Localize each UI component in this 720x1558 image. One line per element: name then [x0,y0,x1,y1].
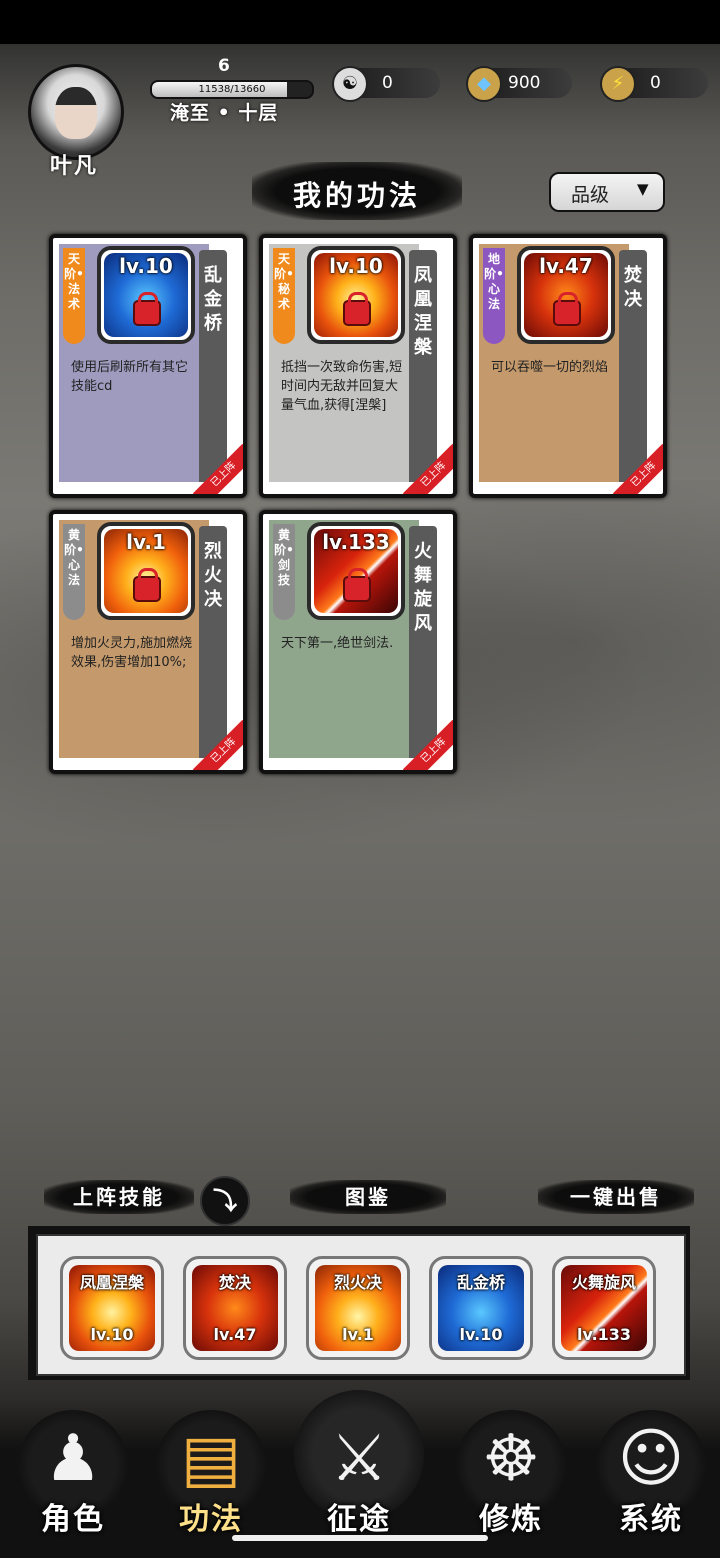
avatar-face [55,87,97,139]
lightning-icon: ⚡ [600,66,636,102]
skill-description: 增加火灵力,施加燃烧效果,伤害增加10%; [71,636,193,670]
resource-spirit-stone[interactable]: ◆ 900 [466,66,572,102]
skill-name: 烈火决 [204,541,222,610]
lock-icon [343,568,371,602]
slot-skill-level: lv.47 [213,1325,257,1344]
skill-name-strip: 焚决 [619,250,647,482]
skill-card[interactable]: 天阶•法术 lv.10 乱金桥 使用后刷新所有其它技能cd 已上阵 [49,234,247,498]
skill-card[interactable]: 黄阶•剑技 lv.133 火舞旋风 天下第一,绝世剑法. 已上阵 [259,510,457,774]
lock-icon [343,292,371,326]
skill-slot[interactable]: 凤凰涅槃 lv.10 [60,1256,164,1360]
swap-arrow-icon[interactable]: ⤵ [200,1176,250,1226]
slots-container: 凤凰涅槃 lv.10 焚决 lv.47 烈火决 lv.1 乱金桥 lv.10 火… [36,1234,686,1376]
slot-skill-name: 凤凰涅槃 [79,1273,144,1292]
skill-tier: 黄阶•心法 [63,524,85,620]
player-name: 叶凡 [50,154,99,179]
resource-value: 0 [650,73,661,93]
lock-icon [133,292,161,326]
yin-yang-icon: ☯ [332,66,368,102]
slot-skill-name: 乱金桥 [456,1273,505,1292]
skill-level: lv.10 [119,254,173,278]
skill-name-strip: 火舞旋风 [409,526,437,758]
home-indicator[interactable] [232,1535,488,1541]
skill-name: 乱金桥 [204,265,222,334]
skill-description: 可以吞噬一切的烈焰 [491,360,609,375]
skill-name-strip: 烈火决 [199,526,227,758]
deployed-skills-panel: 凤凰涅槃 lv.10 焚决 lv.47 烈火决 lv.1 乱金桥 lv.10 火… [28,1226,690,1380]
status-bar [0,0,720,44]
skill-icon: lv.47 [517,246,615,344]
nav-character[interactable]: ♟ 角色 [8,1400,138,1540]
sort-label: 品级 [571,184,610,206]
player-avatar[interactable] [28,64,124,160]
nav-label: 角色 [41,1502,105,1537]
sell-all-button[interactable]: 一键出售 [538,1180,694,1214]
nav-journey[interactable]: ⚔ 征途 [294,1390,424,1540]
slot-skill-name: 焚决 [218,1273,251,1292]
scroll-book-icon: ▤ [180,1422,242,1496]
skill-name: 火舞旋风 [414,541,432,634]
nav-label: 征途 [327,1502,391,1537]
skill-slot[interactable]: 火舞旋风 lv.133 [552,1256,656,1360]
resource-yin-yang[interactable]: ☯ 0 [332,66,440,102]
skill-tier: 黄阶•剑技 [273,524,295,620]
codex-button[interactable]: 图鉴 [290,1180,446,1214]
sword-emblem-icon: ⚔ [330,1422,388,1496]
skill-slot[interactable]: 乱金桥 lv.10 [429,1256,533,1360]
slot-skill-level: lv.133 [576,1325,632,1344]
page-title: 我的功法 [292,179,421,212]
skill-card[interactable]: 黄阶•心法 lv.1 烈火决 增加火灵力,施加燃烧效果,伤害增加10%; 已上阵 [49,510,247,774]
skill-description: 使用后刷新所有其它技能cd [71,360,189,394]
resource-value: 900 [508,73,541,93]
exp-text: 11538/13660 [198,84,266,95]
nav-cultivation[interactable]: ☸ 修炼 [446,1400,576,1540]
slot-skill-level: lv.10 [459,1325,503,1344]
skill-name-strip: 乱金桥 [199,250,227,482]
skill-tier: 天阶•法术 [63,248,85,344]
skill-icon: lv.133 [307,522,405,620]
skill-name: 凤凰涅槃 [414,265,432,358]
slot-skill-level: lv.1 [342,1325,374,1344]
skill-icon: lv.10 [307,246,405,344]
player-level: 6 [218,56,230,76]
hooded-figure-icon: ♟ [44,1422,102,1496]
resource-lightning[interactable]: ⚡ 0 [600,66,708,102]
meditating-figure-icon: ☸ [482,1422,540,1496]
skill-icon: lv.1 [97,522,195,620]
skill-level: lv.133 [322,530,390,554]
skill-card[interactable]: 地阶•心法 lv.47 焚决 可以吞噬一切的烈焰 已上阵 [469,234,667,498]
skill-tier: 地阶•心法 [483,248,505,344]
nav-label: 修炼 [479,1502,543,1537]
skill-icon: lv.10 [97,246,195,344]
nav-skills[interactable]: ▤ 功法 [146,1400,276,1540]
skill-name: 焚决 [624,265,642,310]
nav-system[interactable]: ☺ 系统 [586,1400,716,1540]
cat-girl-icon: ☺ [617,1422,685,1496]
nav-label: 功法 [179,1502,243,1537]
chevron-down-icon: ▼ [637,180,649,198]
nav-label: 系统 [619,1502,683,1537]
slot-skill-name: 火舞旋风 [571,1273,636,1292]
spirit-stone-icon: ◆ [466,66,502,102]
page-title-brush: 我的功法 [252,162,462,220]
cultivation-realm: 淹至 • 十层 [170,102,279,124]
skill-level: lv.47 [539,254,593,278]
resource-value: 0 [382,73,393,93]
sort-dropdown[interactable]: 品级 ▼ [549,172,665,212]
skill-level: lv.10 [329,254,383,278]
skill-description: 抵挡一次致命伤害,短时间内无敌并回复大量气血,获得[涅槃] [281,360,403,413]
deployed-skills-label: 上阵技能 [44,1180,194,1214]
skill-tier: 天阶•秘术 [273,248,295,344]
exp-bar: 11538/13660 [150,80,314,99]
skill-card[interactable]: 天阶•秘术 lv.10 凤凰涅槃 抵挡一次致命伤害,短时间内无敌并回复大量气血,… [259,234,457,498]
slot-skill-level: lv.10 [90,1325,134,1344]
skill-slot[interactable]: 烈火决 lv.1 [306,1256,410,1360]
skill-description: 天下第一,绝世剑法. [281,636,394,651]
lock-icon [133,568,161,602]
skill-name-strip: 凤凰涅槃 [409,250,437,482]
slot-skill-name: 烈火决 [333,1273,382,1292]
skill-level: lv.1 [126,530,166,554]
lock-icon [553,292,581,326]
skill-slot[interactable]: 焚决 lv.47 [183,1256,287,1360]
